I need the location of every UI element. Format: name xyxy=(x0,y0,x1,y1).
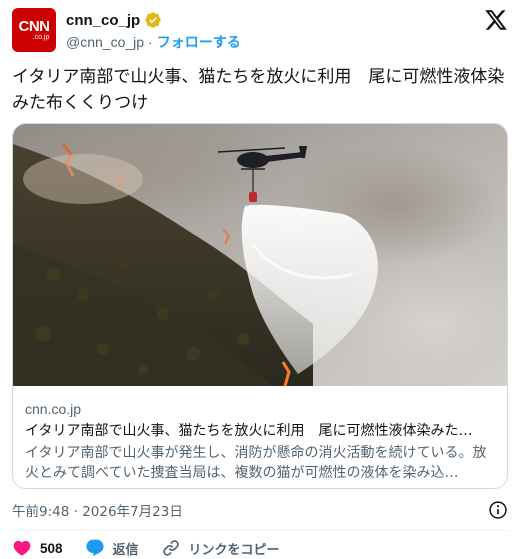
heart-icon xyxy=(13,540,31,556)
card-image-wildfire-helicopter[interactable] xyxy=(13,124,507,386)
tweet-timestamp[interactable]: 午前9:48 · 2026年7月23日 xyxy=(12,500,183,520)
card-domain: cnn.co.jp xyxy=(25,401,82,417)
tweet-header: CNN .co.jp cnn_co_jp @cnn_co_jp · フォローする xyxy=(12,6,508,52)
avatar-logo-text: CNN xyxy=(18,17,51,35)
copy-link-button[interactable]: リンクをコピー xyxy=(161,538,280,558)
account-handle[interactable]: @cnn_co_jp xyxy=(66,34,144,50)
avatar-logo-subtext: .co.jp xyxy=(32,33,50,41)
tweet-actions: 508 返信 リンクをコピー xyxy=(12,536,302,559)
account-avatar[interactable]: CNN .co.jp xyxy=(12,8,56,52)
follow-button[interactable]: フォローする xyxy=(157,32,241,52)
like-button[interactable]: 508 xyxy=(12,538,63,558)
card-title: イタリア南部で山火事、猫たちを放火に利用 尾に可燃性液体染みた… xyxy=(25,423,473,439)
tweet-text: イタリア南部で山火事、猫たちを放火に利用 尾に可燃性液体染みた布くくりつけ xyxy=(12,67,505,113)
card-meta[interactable]: cnn.co.jp イタリア南部で山火事、猫たちを放火に利用 尾に可燃性液体染み… xyxy=(25,400,497,483)
like-count: 508 xyxy=(40,540,63,556)
reply-button[interactable]: 返信 xyxy=(85,538,139,558)
card-description: イタリア南部で山火事が発生し、消防が懸命の消火活動を続けている。放火とみて調べて… xyxy=(25,445,487,481)
link-card[interactable]: cnn.co.jp イタリア南部で山火事、猫たちを放火に利用 尾に可燃性液体染み… xyxy=(12,123,508,489)
account-display-name[interactable]: cnn_co_jp xyxy=(66,12,140,29)
verified-badge-icon xyxy=(145,12,161,28)
reply-icon xyxy=(85,539,104,557)
account-names: cnn_co_jp @cnn_co_jp · フォローする xyxy=(66,10,241,52)
link-icon xyxy=(162,540,179,556)
reply-label: 返信 xyxy=(112,542,139,558)
copy-link-label: リンクをコピー xyxy=(188,542,280,558)
actions-divider xyxy=(12,530,508,531)
x-logo-icon[interactable] xyxy=(484,8,508,32)
handle-separator: · xyxy=(148,34,153,50)
info-icon[interactable] xyxy=(488,500,508,520)
